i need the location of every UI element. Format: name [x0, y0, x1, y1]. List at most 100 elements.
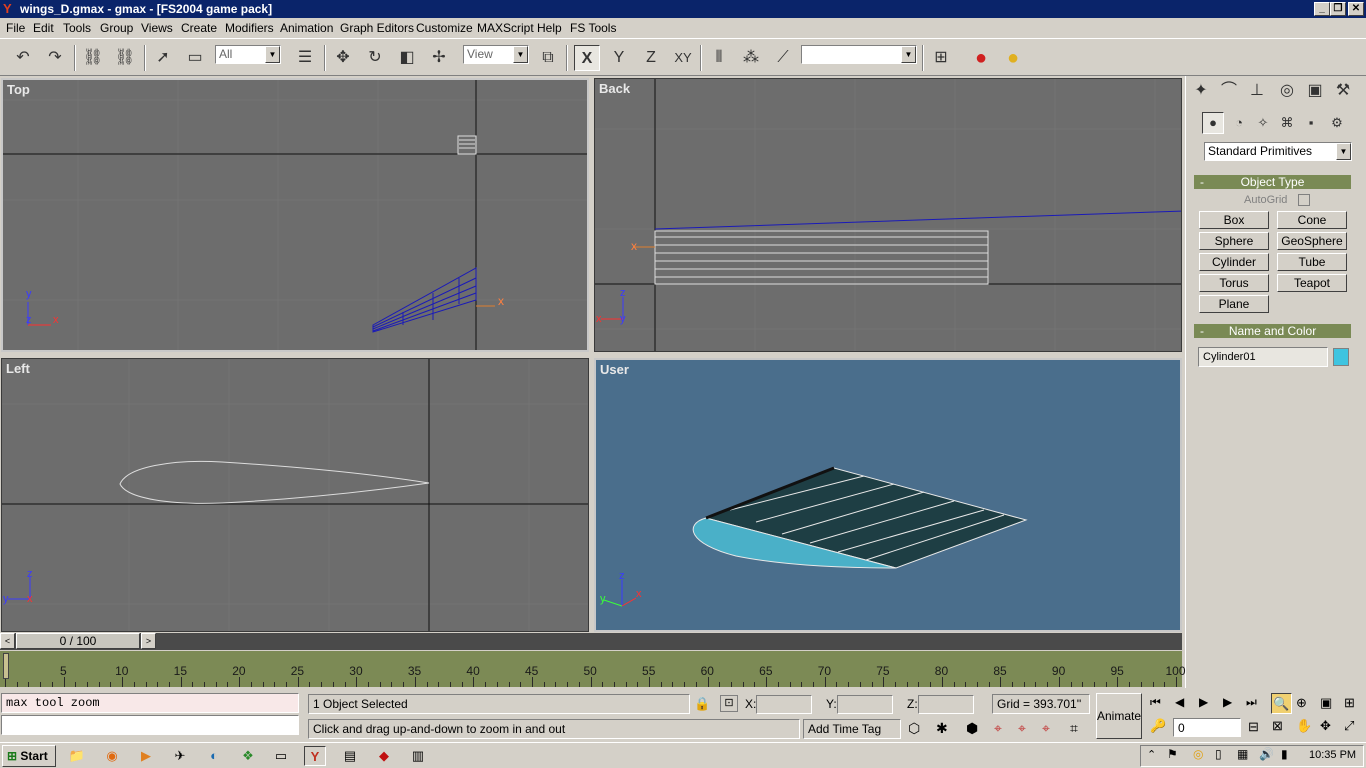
play-icon[interactable]: ▶: [1199, 695, 1208, 709]
menu-customize[interactable]: Customize: [416, 18, 473, 38]
window-icon[interactable]: ▭: [270, 746, 292, 766]
firefox-icon[interactable]: ◉: [101, 746, 123, 766]
select-by-name-icon[interactable]: ☰: [292, 45, 318, 71]
next-frame-icon[interactable]: ▶: [1223, 695, 1232, 709]
display-tab-icon[interactable]: ▣: [1302, 78, 1328, 104]
object-type-rollout-header[interactable]: - Object Type: [1194, 175, 1351, 189]
app-icon[interactable]: ◐: [203, 746, 225, 766]
helpers-icon[interactable]: ▪: [1300, 112, 1322, 134]
percent-snap-icon[interactable]: ⬢: [966, 720, 978, 737]
select-link-icon[interactable]: ⛓: [80, 45, 106, 71]
menu-tools[interactable]: Tools: [63, 18, 91, 38]
device-icon[interactable]: ▯: [1215, 747, 1222, 761]
absolute-mode-icon[interactable]: ⊡: [720, 695, 738, 712]
set-key-icon[interactable]: ⌗: [1070, 720, 1078, 737]
systems-icon[interactable]: ⚙: [1326, 112, 1348, 134]
sphere-button[interactable]: Sphere: [1199, 232, 1269, 250]
motion-tab-icon[interactable]: ◎: [1274, 78, 1300, 104]
cylinder-button[interactable]: Cylinder: [1199, 253, 1269, 271]
zoom-all-icon[interactable]: ⊕: [1296, 695, 1307, 711]
network-icon[interactable]: ▦: [1237, 747, 1248, 761]
primitives-category-dropdown[interactable]: Standard Primitives ▼: [1204, 142, 1352, 161]
restore-button[interactable]: ❐: [1330, 2, 1346, 16]
snap-toggle-icon[interactable]: ⬡: [908, 720, 920, 737]
goto-start-icon[interactable]: ⏮: [1150, 695, 1161, 710]
move-icon[interactable]: ✥: [330, 45, 356, 71]
maxscript-listener-line[interactable]: max tool zoom: [1, 693, 299, 713]
tray-expand-icon[interactable]: ⌃: [1147, 748, 1156, 761]
cameras-icon[interactable]: ⌘: [1276, 112, 1298, 134]
box-button[interactable]: Box: [1199, 211, 1269, 229]
region-zoom-icon[interactable]: ⊠: [1272, 718, 1283, 734]
shapes-icon[interactable]: ◔: [1228, 112, 1250, 134]
zoom-extents-icon[interactable]: ▣: [1320, 695, 1332, 711]
menu-modifiers[interactable]: Modifiers: [225, 18, 274, 38]
lock-icon[interactable]: 🔒: [694, 696, 710, 712]
undo-icon[interactable]: ↶: [10, 45, 36, 71]
select-object-icon[interactable]: ➚: [150, 45, 176, 71]
tray-app-icon[interactable]: ◎: [1193, 747, 1203, 761]
flight-sim-icon[interactable]: ✈: [169, 746, 191, 766]
menu-fs-tools[interactable]: FS Tools: [570, 18, 616, 38]
key-mode-icon[interactable]: ⌖: [1018, 720, 1026, 737]
notepad-icon[interactable]: ▥: [407, 746, 429, 766]
viewport-label[interactable]: Top: [7, 82, 30, 97]
gmax-taskbar-icon[interactable]: Y: [304, 746, 326, 766]
tube-button[interactable]: Tube: [1277, 253, 1347, 271]
rotate-icon[interactable]: ↻: [362, 45, 388, 71]
object-name-field[interactable]: Cylinder01: [1198, 347, 1328, 367]
arc-rotate-icon[interactable]: ✥: [1320, 718, 1331, 734]
key-mode-toggle-icon[interactable]: 🔑: [1150, 718, 1166, 734]
name-color-rollout-header[interactable]: - Name and Color: [1194, 324, 1351, 338]
teapot-button[interactable]: Teapot: [1277, 274, 1347, 292]
lights-icon[interactable]: ✧: [1252, 112, 1274, 134]
maxscript-input-line[interactable]: [1, 715, 299, 735]
current-frame-marker[interactable]: [3, 653, 9, 679]
menu-animation[interactable]: Animation: [280, 18, 333, 38]
time-prev-button[interactable]: <: [0, 633, 15, 649]
create-tab-icon[interactable]: ✦: [1188, 78, 1214, 104]
menu-help[interactable]: Help: [537, 18, 562, 38]
x-coord-field[interactable]: [756, 695, 812, 714]
y-coord-field[interactable]: [837, 695, 893, 714]
volume-icon[interactable]: 🔊: [1259, 747, 1274, 761]
flag-icon[interactable]: ⚑: [1167, 747, 1178, 761]
viewport-user[interactable]: User z y x: [594, 358, 1182, 632]
utilities-tab-icon[interactable]: ⚒: [1330, 78, 1356, 104]
time-config-icon[interactable]: ⊟: [1248, 719, 1259, 735]
menu-maxscript[interactable]: MAXScript: [477, 18, 534, 38]
zoom-icon[interactable]: 🔍: [1271, 693, 1292, 714]
acrobat-icon[interactable]: ◆: [373, 746, 395, 766]
pivot-center-icon[interactable]: ⧉: [535, 45, 561, 71]
explorer-icon[interactable]: ❖: [237, 746, 259, 766]
restrict-xy-button[interactable]: XY: [670, 45, 696, 71]
animate-button[interactable]: Animate: [1096, 693, 1142, 739]
named-selection-dropdown[interactable]: ▼: [801, 45, 917, 64]
material-editor-icon[interactable]: ●: [968, 45, 994, 71]
scale-icon[interactable]: ◧: [394, 45, 420, 71]
calculator-icon[interactable]: ▤: [339, 746, 361, 766]
current-frame-field[interactable]: 0: [1173, 718, 1241, 737]
close-button[interactable]: ✕: [1348, 2, 1364, 16]
selection-filter-dropdown[interactable]: All ▼: [215, 45, 281, 64]
align-icon[interactable]: ⟋: [770, 45, 796, 71]
viewport-label[interactable]: Back: [599, 81, 630, 96]
schematic-view-icon[interactable]: ⊞: [928, 45, 954, 71]
menu-views[interactable]: Views: [141, 18, 173, 38]
minimize-button[interactable]: _: [1314, 2, 1330, 16]
object-color-swatch[interactable]: [1333, 348, 1349, 366]
menu-file[interactable]: File: [6, 18, 25, 38]
viewport-label[interactable]: User: [600, 362, 629, 377]
hierarchy-tab-icon[interactable]: ⊥: [1244, 78, 1270, 104]
modify-tab-icon[interactable]: ⌒: [1216, 78, 1242, 104]
array-icon[interactable]: ⁂: [738, 45, 764, 71]
cone-button[interactable]: Cone: [1277, 211, 1347, 229]
spinner-snap-icon[interactable]: ⌖: [994, 720, 1002, 737]
clock[interactable]: 10:35 PM: [1309, 749, 1356, 761]
viewport-label[interactable]: Left: [6, 361, 30, 376]
manipulate-icon[interactable]: ✢: [426, 45, 452, 71]
reference-coord-dropdown[interactable]: View ▼: [463, 45, 529, 64]
start-button[interactable]: ⊞ Start: [2, 745, 56, 767]
menu-edit[interactable]: Edit: [33, 18, 54, 38]
geosphere-button[interactable]: GeoSphere: [1277, 232, 1347, 250]
